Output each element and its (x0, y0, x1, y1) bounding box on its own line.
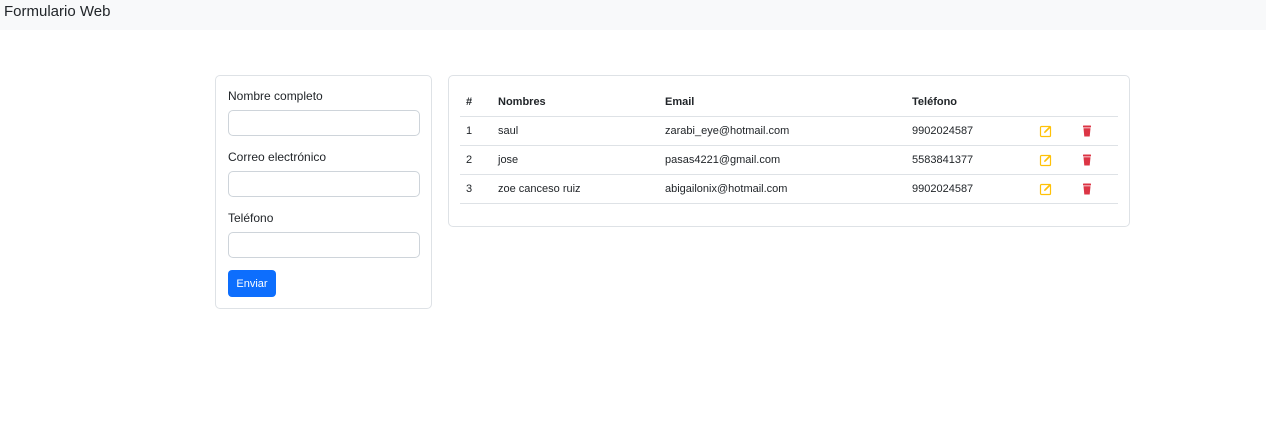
submit-button[interactable]: Enviar (228, 270, 276, 297)
table-row: 2 jose pasas4221@gmail.com 5583841377 (460, 145, 1118, 175)
table-row: 3 zoe canceso ruiz abigailonix@hotmail.c… (460, 174, 1118, 204)
edit-icon[interactable] (1039, 153, 1053, 167)
row-email: abigailonix@hotmail.com (659, 174, 906, 204)
row-email: zarabi_eye@hotmail.com (659, 116, 906, 146)
row-email: pasas4221@gmail.com (659, 145, 906, 175)
form-card: Nombre completo Correo electrónico Teléf… (215, 75, 432, 309)
row-name: saul (492, 116, 659, 146)
row-name: zoe canceso ruiz (492, 174, 659, 204)
row-delete-cell (1074, 116, 1118, 146)
header-delete (1074, 88, 1118, 117)
row-delete-cell (1074, 145, 1118, 175)
table-card: # Nombres Email Teléfono 1 saul zarabi_e… (448, 75, 1130, 227)
trash-icon[interactable] (1080, 124, 1094, 138)
header-edit (1033, 88, 1074, 117)
row-number: 1 (460, 116, 492, 146)
row-edit-cell (1033, 174, 1074, 204)
email-label: Correo electrónico (228, 150, 327, 164)
header-names: Nombres (492, 88, 659, 117)
trash-icon[interactable] (1080, 182, 1094, 196)
navbar-brand[interactable]: Formulario Web (4, 3, 110, 20)
row-delete-cell (1074, 174, 1118, 204)
header-email: Email (659, 88, 906, 117)
name-field[interactable] (228, 110, 420, 136)
header-number: # (460, 88, 492, 117)
table-header-row: # Nombres Email Teléfono (460, 88, 1118, 117)
row-phone: 5583841377 (906, 145, 1033, 175)
row-phone: 9902024587 (906, 116, 1033, 146)
phone-label: Teléfono (228, 211, 274, 225)
trash-icon[interactable] (1080, 153, 1094, 167)
contacts-table: # Nombres Email Teléfono 1 saul zarabi_e… (460, 88, 1118, 204)
row-edit-cell (1033, 145, 1074, 175)
edit-icon[interactable] (1039, 182, 1053, 196)
header-phone: Teléfono (906, 88, 1033, 117)
row-phone: 9902024587 (906, 174, 1033, 204)
row-number: 2 (460, 145, 492, 175)
table-row: 1 saul zarabi_eye@hotmail.com 9902024587 (460, 116, 1118, 146)
phone-field[interactable] (228, 232, 420, 258)
navbar: Formulario Web (0, 0, 1266, 30)
edit-icon[interactable] (1039, 124, 1053, 138)
name-label: Nombre completo (228, 89, 323, 103)
row-number: 3 (460, 174, 492, 204)
row-edit-cell (1033, 116, 1074, 146)
email-field[interactable] (228, 171, 420, 197)
row-name: jose (492, 145, 659, 175)
